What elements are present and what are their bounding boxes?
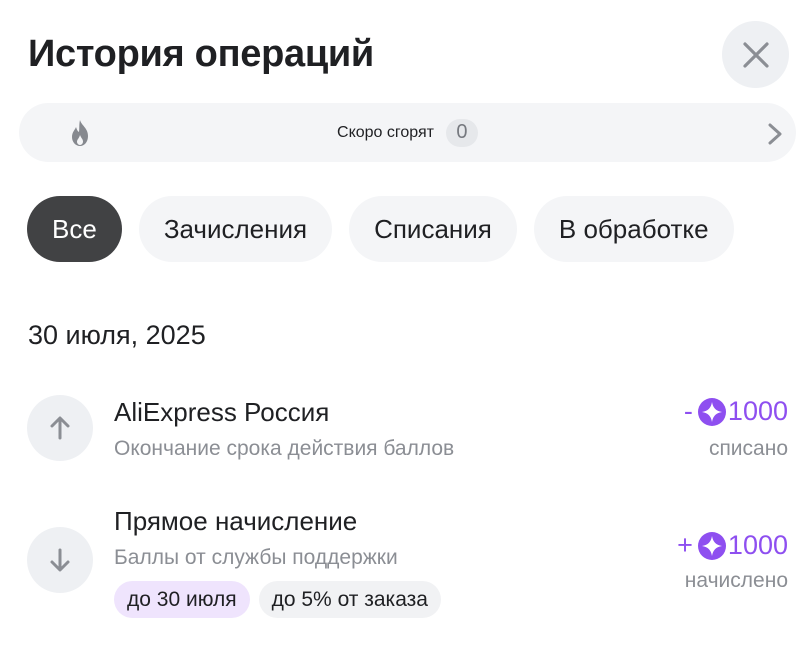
expiring-points-bar[interactable]: Скоро сгорят 0 [19, 103, 796, 162]
limit-tag: до 5% от заказа [258, 581, 441, 618]
operation-icon-circle [27, 395, 93, 461]
operation-subtitle: Баллы от службы поддержки [114, 546, 398, 569]
page-title: История операций [28, 33, 374, 75]
points-icon [697, 397, 726, 426]
amount-value: 1000 [727, 396, 788, 426]
date-heading: 30 июля, 2025 [28, 320, 206, 350]
expiring-points-label: Скоро сгорят [337, 123, 434, 141]
operation-icon-circle [27, 527, 93, 593]
operation-tags: до 30 июля до 5% от заказа [114, 581, 441, 618]
arrow-up-icon [50, 416, 70, 440]
expiry-tag: до 30 июля [114, 581, 250, 618]
amount-sign: + [677, 530, 693, 560]
tab-all[interactable]: Все [27, 196, 122, 262]
operation-status: списано [708, 437, 788, 460]
expiring-points-count: 0 [445, 118, 478, 147]
tab-debits[interactable]: Списания [349, 196, 517, 262]
operation-amount: - 1000 [684, 396, 788, 427]
operation-title: Прямое начисление [114, 506, 358, 536]
arrow-down-icon [50, 548, 70, 572]
filter-tabs: Все Зачисления Списания В обработке [27, 196, 734, 262]
close-button[interactable] [722, 21, 789, 88]
operation-subtitle: Окончание срока действия баллов [114, 437, 455, 460]
chevron-right-icon [768, 123, 782, 145]
tab-processing[interactable]: В обработке [533, 196, 734, 262]
tab-credits[interactable]: Зачисления [138, 196, 333, 262]
operation-title: AliExpress Россия [114, 397, 330, 427]
amount-sign: - [683, 396, 693, 426]
operation-status: начислено [684, 569, 788, 592]
amount-value: 1000 [727, 530, 788, 560]
points-icon [697, 531, 726, 560]
close-icon [742, 41, 769, 68]
operation-amount: + 1000 [677, 530, 788, 561]
